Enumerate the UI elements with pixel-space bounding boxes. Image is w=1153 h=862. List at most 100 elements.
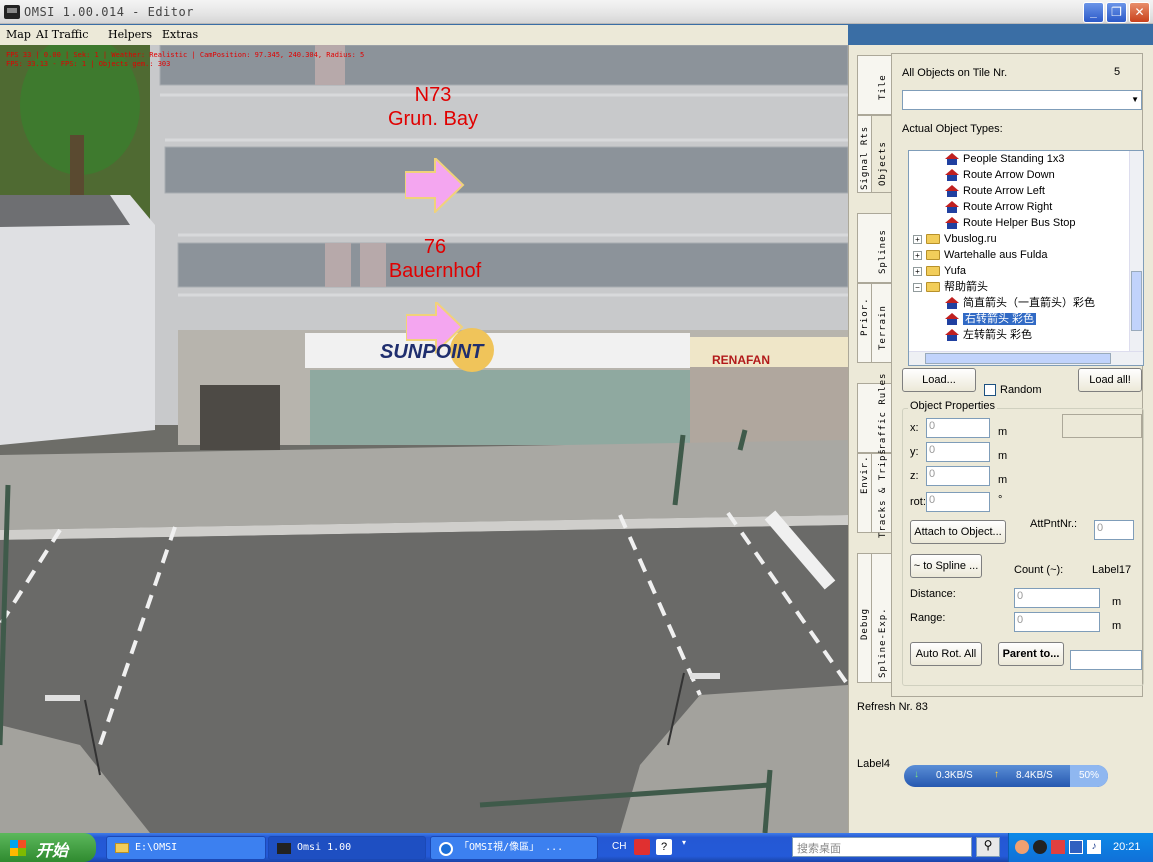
y-input[interactable]: 0 [926, 442, 990, 462]
attach-to-object-button[interactable]: Attach to Object... [910, 520, 1006, 544]
tab-tracks-trips[interactable]: Tracks & Trips [871, 448, 891, 538]
load-all-button[interactable]: Load all! [1078, 368, 1142, 392]
object-types-tree[interactable]: People Standing 1x3 Route Arrow Down Rou… [908, 150, 1144, 366]
tab-objects[interactable]: Objects [871, 115, 891, 193]
tree-item[interactable]: 左转箭头 彩色 [945, 327, 1032, 343]
auto-rot-all-button[interactable]: Auto Rot. All [910, 642, 982, 666]
tree-item[interactable]: 简直箭头（一直箭头）彩色 [945, 295, 1095, 311]
tab-signal-rts[interactable]: Signal Rts [857, 115, 871, 193]
tree-vertical-scrollbar[interactable] [1129, 151, 1143, 351]
random-checkbox[interactable] [984, 384, 996, 396]
route-label-76-number: 76 [423, 236, 447, 258]
tree-folder[interactable]: + Yufa [913, 263, 966, 279]
3d-viewport[interactable]: FPS 33 | 0.00 | Sek: 1 | Weather: Realis… [0, 45, 848, 833]
folder-icon [926, 250, 940, 261]
range-label: Range: [910, 612, 946, 624]
menu-extras[interactable]: Extras [162, 28, 198, 41]
to-spline-button[interactable]: ~ to Spline ... [910, 554, 982, 578]
load-button[interactable]: Load... [902, 368, 976, 392]
menu-ai-traffic[interactable]: AI Traffic [36, 28, 88, 41]
task-omsi[interactable]: Omsi 1.00 [268, 836, 426, 860]
tree-folder[interactable]: − 帮助箭头 [913, 279, 988, 295]
rot-input[interactable]: 0 [926, 492, 990, 512]
tree-item-selected[interactable]: 右转箭头 彩色 [945, 311, 1037, 327]
menu-helpers[interactable]: Helpers [108, 28, 152, 41]
download-speed: 0.3KB/S [936, 770, 973, 781]
tab-tile[interactable]: Tile [857, 55, 891, 115]
random-label: Random [1000, 384, 1042, 396]
desktop-search-input[interactable]: 搜索桌面 [792, 837, 972, 857]
x-label: x: [910, 422, 919, 434]
window-titlebar: OMSI 1.00.014 - Editor _ ❐ ✕ [0, 0, 1153, 24]
expand-icon[interactable]: + [913, 266, 922, 276]
task-explorer[interactable]: E:\OMSI [106, 836, 266, 860]
tab-splines[interactable]: Splines [857, 213, 891, 283]
tab-traffic-rules[interactable]: Traffic Rules [857, 373, 891, 456]
download-arrow-icon: ↓ [914, 769, 919, 780]
tree-folder[interactable]: + Vbuslog.ru [913, 231, 997, 247]
qq-icon[interactable] [1033, 840, 1047, 854]
objects-on-tile-dropdown[interactable]: ▼ [902, 90, 1142, 110]
collapse-icon[interactable]: − [913, 282, 922, 292]
tree-item[interactable]: People Standing 1x3 [945, 151, 1065, 167]
maximize-button[interactable]: ❐ [1106, 2, 1127, 23]
parent-to-button[interactable]: Parent to... [998, 642, 1064, 666]
route-arrow-right-icon[interactable] [405, 158, 465, 213]
tree-item[interactable]: Route Helper Bus Stop [945, 215, 1076, 231]
folder-open-icon [926, 282, 940, 293]
distance-input[interactable]: 0 [1014, 588, 1100, 608]
y-label: y: [910, 446, 919, 458]
scroll-thumb[interactable] [925, 353, 1111, 364]
task-browser[interactable]: 「OMSI視/像區」 ... [430, 836, 598, 860]
count-label: Count (~): [1014, 564, 1064, 576]
route-label-76: 76 Bauernhof [370, 235, 500, 283]
language-indicator[interactable]: CH [612, 841, 626, 852]
object-icon [945, 329, 959, 342]
x-input[interactable]: 0 [926, 418, 990, 438]
tree-item[interactable]: Route Arrow Down [945, 167, 1055, 183]
tree-item[interactable]: Route Arrow Left [945, 183, 1045, 199]
debug-info-line-2: FPS: 33.13 - FPS: 1 | Objects gem.: 303 [6, 60, 171, 68]
parent-input[interactable] [1070, 650, 1142, 670]
network-icon[interactable] [1051, 840, 1065, 854]
z-label: z: [910, 470, 919, 482]
tab-envir[interactable]: Envir. [857, 453, 871, 533]
shop-sign-renafan: RENAFAN [712, 353, 771, 367]
chevron-down-icon[interactable]: ▾ [682, 838, 686, 847]
ime-icon[interactable] [634, 839, 650, 855]
start-button[interactable]: 开始 [0, 833, 96, 862]
cpu-usage: 50% [1070, 765, 1108, 787]
tree-item[interactable]: Route Arrow Right [945, 199, 1052, 215]
att-pnt-input[interactable]: 0 [1094, 520, 1134, 540]
objects-tab-page: All Objects on Tile Nr. 5 ▼ Actual Objec… [891, 53, 1144, 697]
range-input[interactable]: 0 [1014, 612, 1100, 632]
tree-horizontal-scrollbar[interactable] [909, 351, 1143, 365]
expand-icon[interactable]: + [913, 250, 922, 260]
tile-number: 5 [1114, 66, 1121, 78]
shop-sign-sunpoint: SUNPOINT [380, 341, 484, 363]
upload-arrow-icon: ↑ [994, 769, 999, 780]
minimize-button[interactable]: _ [1083, 2, 1104, 23]
vertical-tab-strip: Tile Objects Signal Rts Splines Terrain … [857, 53, 891, 693]
search-icon[interactable]: ⚲ [976, 837, 1000, 857]
tab-prior[interactable]: Prior. [857, 283, 871, 363]
actual-object-types-label: Actual Object Types: [902, 123, 1003, 135]
expand-icon[interactable]: + [913, 234, 922, 244]
windows-logo-icon [10, 840, 26, 856]
volume-icon[interactable]: ♪ [1087, 840, 1101, 854]
refresh-counter: Refresh Nr. 83 [857, 701, 928, 713]
network-speed-widget: ↓ 0.3KB/S ↑ 8.4KB/S 50% [904, 765, 1108, 787]
menu-map[interactable]: Map [6, 28, 31, 41]
z-input[interactable]: 0 [926, 466, 990, 486]
object-icon [945, 185, 959, 198]
tab-debug[interactable]: Debug [857, 553, 871, 683]
tray-expand-icon[interactable] [1015, 840, 1029, 854]
tab-spline-exp[interactable]: Spline-Exp. [871, 553, 891, 683]
scroll-thumb[interactable] [1131, 271, 1142, 331]
close-button[interactable]: ✕ [1129, 2, 1150, 23]
help-icon[interactable]: ? [656, 839, 672, 855]
tab-terrain[interactable]: Terrain [871, 283, 891, 363]
distance-unit: m [1112, 596, 1122, 608]
security-icon[interactable] [1069, 840, 1083, 854]
tree-folder[interactable]: + Wartehalle aus Fulda [913, 247, 1048, 263]
